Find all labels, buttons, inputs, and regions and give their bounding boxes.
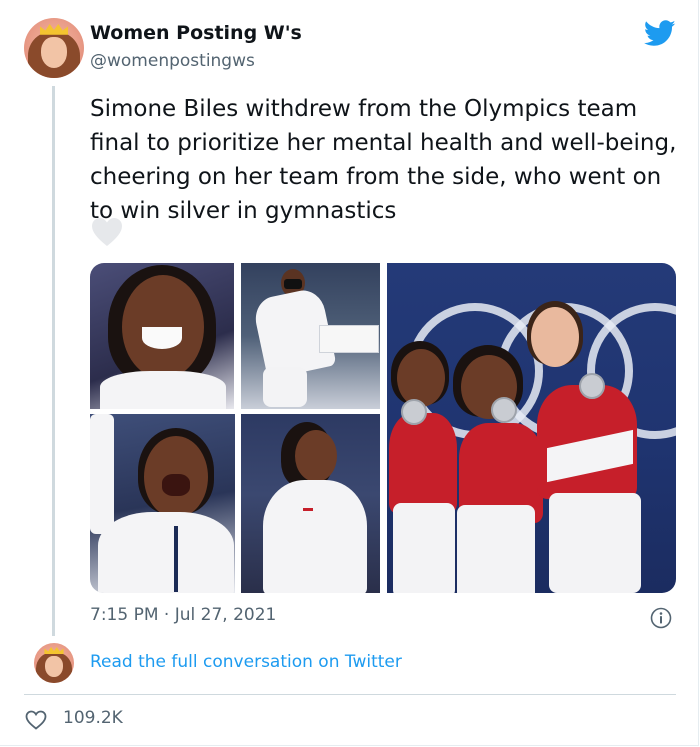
photo-3[interactable] [90, 414, 235, 593]
crown-icon [39, 24, 69, 35]
conversation-avatar[interactable] [34, 643, 74, 683]
silver-medal-icon [579, 373, 605, 399]
jacket-zipper [174, 526, 178, 592]
author-name[interactable]: Women Posting W's [90, 22, 302, 44]
tweet-text: Simone Biles withdrew from the Olympics … [90, 96, 677, 224]
photo-smile [142, 327, 182, 349]
tweet-timestamp[interactable]: 7:15 PM · Jul 27, 2021 [90, 605, 276, 625]
athlete-face [531, 307, 579, 367]
photo-1[interactable] [90, 263, 234, 409]
like-count[interactable]: 109.2K [63, 708, 123, 728]
photo-jacket [98, 512, 234, 593]
read-conversation-link[interactable]: Read the full conversation on Twitter [90, 652, 402, 672]
pants [549, 493, 641, 593]
footer-divider [24, 694, 676, 695]
info-icon[interactable] [650, 607, 672, 629]
pants [457, 505, 535, 593]
crown-icon [44, 647, 64, 655]
white-heart-icon [92, 218, 122, 246]
twitter-bird-icon[interactable] [644, 20, 676, 47]
heart-outline-icon[interactable] [25, 710, 47, 730]
thread-line [52, 86, 55, 636]
face-mask [284, 279, 302, 289]
athlete-face [397, 349, 445, 407]
silver-medal-icon [491, 397, 517, 423]
tweet-card: Women Posting W's @womenpostingws Simone… [0, 0, 699, 746]
photo-jacket [100, 371, 226, 409]
photo-pants [263, 367, 307, 407]
photo-2[interactable] [241, 263, 380, 409]
sign-board [319, 325, 379, 353]
photo-face [295, 430, 337, 482]
author-handle[interactable]: @womenpostingws [90, 51, 255, 71]
leotard [389, 413, 457, 513]
avatar-face [45, 655, 63, 677]
pants [393, 503, 455, 593]
jacket-logo [303, 508, 313, 511]
author-avatar[interactable] [24, 18, 84, 78]
photo-5[interactable] [387, 263, 676, 593]
silver-medal-icon [401, 399, 427, 425]
media-grid[interactable] [90, 263, 676, 593]
photo-mouth [162, 474, 190, 496]
photo-4[interactable] [241, 414, 380, 593]
raised-arm [90, 414, 114, 534]
photo-jacket [263, 480, 367, 593]
